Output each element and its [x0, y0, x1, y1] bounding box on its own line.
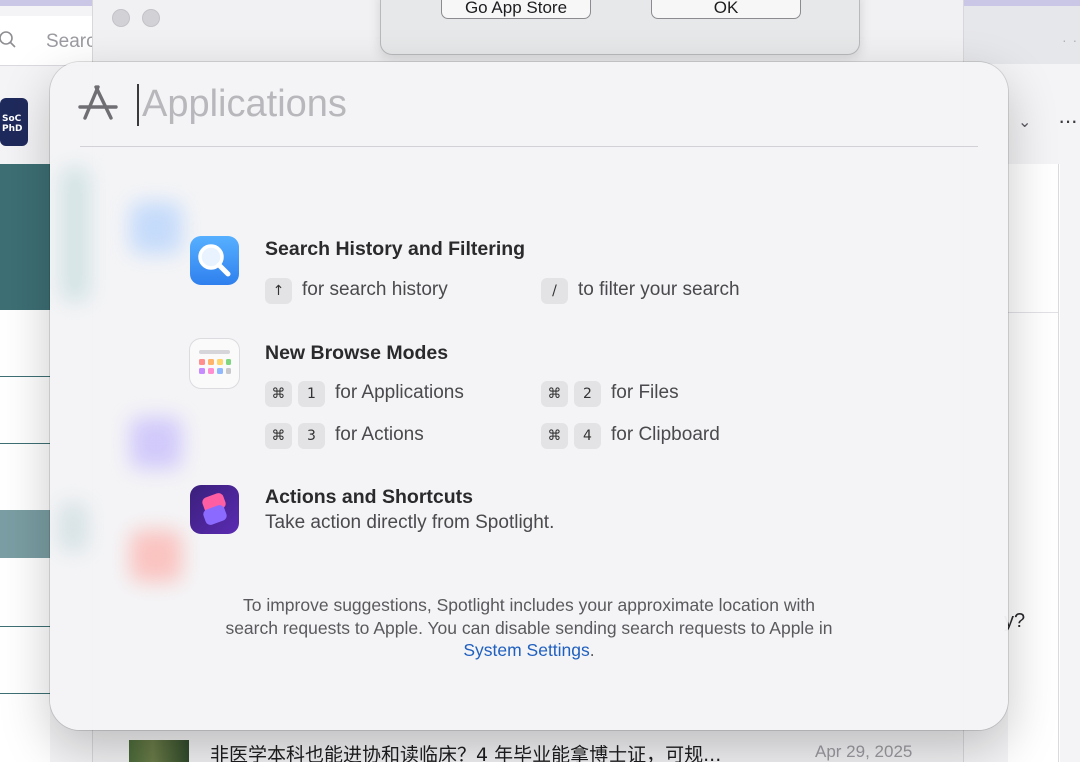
hint-clipboard: for Clipboard — [611, 424, 720, 445]
hint-search-history: for search history — [302, 279, 448, 300]
privacy-note-line-1: To improve suggestions, Spotlight includ… — [243, 595, 815, 615]
system-settings-link[interactable]: System Settings — [463, 640, 589, 660]
hint-filter-search: to filter your search — [578, 279, 740, 300]
privacy-note: To improve suggestions, Spotlight includ… — [50, 594, 1008, 662]
text-cursor — [137, 84, 139, 126]
up-arrow-key: ↑ — [265, 278, 292, 304]
launchpad-grid-icon — [190, 339, 239, 388]
key-3: 3 — [298, 423, 325, 449]
section-title-browse-modes: New Browse Modes — [265, 342, 449, 364]
section-description-actions: Take action directly from Spotlight. — [265, 512, 555, 533]
key-4: 4 — [574, 423, 601, 449]
background-teal-block — [0, 164, 50, 310]
article-thumbnail[interactable] — [129, 740, 189, 762]
key-2: 2 — [574, 381, 601, 407]
alert-dialog: Go App Store OK — [380, 0, 860, 55]
spotlight-search-input[interactable] — [142, 80, 942, 128]
logo-text-phd: PhD — [2, 124, 23, 134]
divider — [0, 376, 50, 377]
divider — [1058, 164, 1059, 762]
shortcuts-icon — [190, 485, 239, 534]
window-close-button[interactable] — [112, 9, 130, 27]
search-icon — [0, 31, 16, 48]
background-teal-item — [0, 510, 50, 558]
blurred-background — [60, 167, 90, 302]
key-1: 1 — [298, 381, 325, 407]
article-date: Apr 29, 2025 — [815, 742, 913, 761]
hint-applications: for Applications — [335, 382, 464, 403]
divider — [0, 693, 50, 694]
chevron-down-icon[interactable]: ⌄ — [1018, 112, 1031, 132]
magnifier-icon — [190, 236, 239, 285]
window-minimize-button[interactable] — [142, 9, 160, 27]
privacy-note-period: . — [589, 640, 595, 660]
background-right-pane — [1008, 164, 1060, 762]
go-app-store-button[interactable]: Go App Store — [441, 0, 591, 19]
command-key: ⌘ — [541, 423, 568, 449]
more-icon[interactable]: ··· — [1058, 108, 1078, 134]
privacy-note-line-3: System Settings. — [50, 639, 1008, 662]
blurred-background — [130, 202, 182, 254]
app-store-icon[interactable] — [77, 84, 119, 122]
more-dots-icon[interactable]: · · — [1062, 32, 1078, 48]
soc-phd-logo: SoC PhD — [0, 98, 28, 146]
hint-actions: for Actions — [335, 424, 424, 445]
command-key: ⌘ — [541, 381, 568, 407]
divider — [80, 146, 978, 147]
command-key: ⌘ — [265, 381, 292, 407]
divider — [0, 626, 50, 627]
ok-button[interactable]: OK — [651, 0, 801, 19]
logo-text-soc: SoC — [2, 114, 22, 124]
blurred-background — [130, 530, 182, 582]
slash-key: / — [541, 278, 568, 304]
hint-files: for Files — [611, 382, 679, 403]
spotlight-panel: Search History and Filtering ↑ for searc… — [50, 62, 1008, 730]
privacy-note-line-2: search requests to Apple. You can disabl… — [225, 617, 833, 638]
command-key: ⌘ — [265, 423, 292, 449]
blurred-background — [58, 502, 88, 552]
divider — [0, 443, 50, 444]
section-title-search-history: Search History and Filtering — [265, 238, 526, 260]
blurred-background — [130, 417, 182, 469]
article-title[interactable]: 非医学本科也能进协和读临床？4 年毕业能拿博士证，可规... — [210, 740, 770, 762]
section-title-actions: Actions and Shortcuts — [265, 486, 474, 508]
divider — [1008, 312, 1058, 313]
